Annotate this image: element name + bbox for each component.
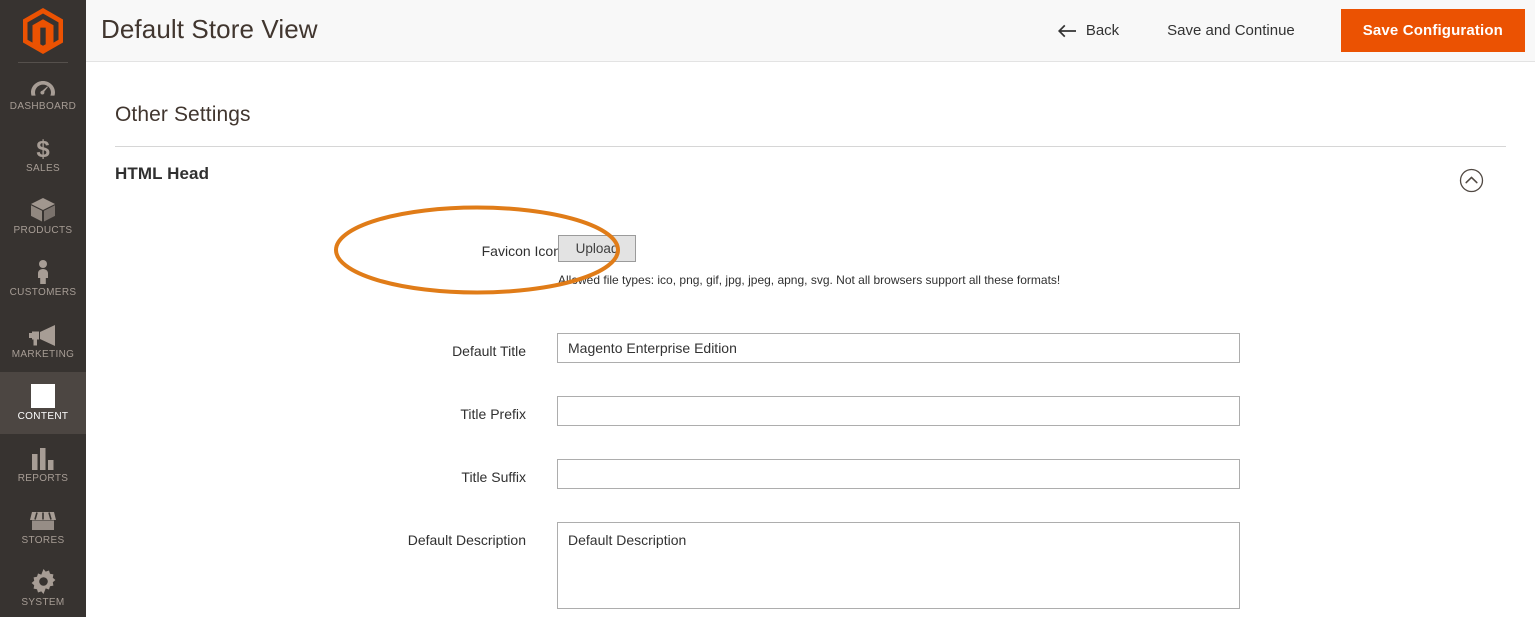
sidebar-item-system[interactable]: SYSTEM <box>0 558 86 617</box>
admin-page: DASHBOARD $ SALES PRODUCTS CUSTOMERS MAR… <box>0 0 1535 617</box>
sidebar-item-label: CUSTOMERS <box>9 286 77 298</box>
bar-chart-icon <box>29 446 57 470</box>
sidebar-item-content[interactable]: CONTENT <box>0 372 86 434</box>
sidebar-item-marketing[interactable]: MARKETING <box>0 310 86 372</box>
sidebar-item-label: CONTENT <box>17 410 69 422</box>
sidebar-item-label: MARKETING <box>11 348 75 360</box>
default-title-input[interactable] <box>557 333 1240 363</box>
header-actions: Back Save and Continue Save Configuratio… <box>1035 0 1525 61</box>
back-button[interactable]: Back <box>1035 14 1141 47</box>
sidebar-item-label: STORES <box>21 534 65 546</box>
sidebar-item-label: REPORTS <box>17 472 69 484</box>
title-suffix-label: Title Suffix <box>461 469 526 485</box>
title-suffix-input[interactable] <box>557 459 1240 489</box>
favicon-icon-label: Favicon Icon <box>481 243 561 259</box>
sidebar-item-sales[interactable]: $ SALES <box>0 124 86 186</box>
admin-sidebar: DASHBOARD $ SALES PRODUCTS CUSTOMERS MAR… <box>0 0 86 617</box>
html-head-section-title: HTML Head <box>115 164 210 183</box>
gear-icon <box>29 568 57 594</box>
sidebar-item-reports[interactable]: REPORTS <box>0 434 86 496</box>
page-header: Default Store View Back Save and Continu… <box>86 0 1535 62</box>
sidebar-item-label: SYSTEM <box>21 596 65 608</box>
section-divider <box>115 146 1506 147</box>
default-description-textarea[interactable] <box>557 522 1240 609</box>
page-title: Default Store View <box>101 14 318 44</box>
default-title-label: Default Title <box>452 343 526 359</box>
sidebar-item-label: PRODUCTS <box>13 224 73 236</box>
default-description-label: Default Description <box>407 532 526 548</box>
sidebar-item-dashboard[interactable]: DASHBOARD <box>0 62 86 124</box>
back-button-label: Back <box>1085 22 1120 39</box>
favicon-upload-button[interactable]: Upload <box>558 235 636 262</box>
box-icon <box>29 197 57 222</box>
magento-logo[interactable] <box>0 0 86 63</box>
arrow-left-icon <box>1057 24 1076 38</box>
dashboard-gauge-icon <box>29 74 57 98</box>
storefront-icon <box>29 508 57 532</box>
person-icon <box>29 259 57 284</box>
sidebar-item-customers[interactable]: CUSTOMERS <box>0 248 86 310</box>
other-settings-heading: Other Settings <box>115 103 251 126</box>
title-prefix-label: Title Prefix <box>460 406 526 422</box>
save-configuration-button[interactable]: Save Configuration <box>1340 9 1525 52</box>
chevron-up-circle-icon[interactable] <box>1459 168 1484 193</box>
sidebar-item-stores[interactable]: STORES <box>0 496 86 558</box>
svg-text:$: $ <box>36 136 50 160</box>
title-prefix-input[interactable] <box>557 396 1240 426</box>
dollar-sign-icon: $ <box>29 136 57 160</box>
sidebar-item-label: SALES <box>26 162 60 174</box>
megaphone-icon <box>29 322 57 346</box>
favicon-allowed-types-note: Allowed file types: ico, png, gif, jpg, … <box>558 273 1061 287</box>
save-and-continue-button[interactable]: Save and Continue <box>1141 14 1321 47</box>
sidebar-item-label: DASHBOARD <box>9 100 77 112</box>
main-content: Other Settings HTML Head Favicon Icon Up… <box>86 62 1535 617</box>
sidebar-item-products[interactable]: PRODUCTS <box>0 186 86 248</box>
layout-panel-icon <box>29 383 57 408</box>
